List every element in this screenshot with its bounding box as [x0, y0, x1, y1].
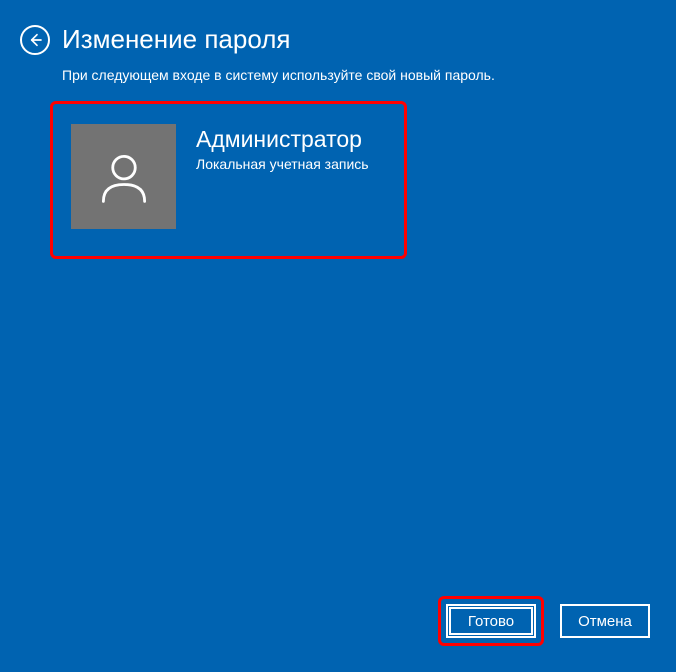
user-account-type: Локальная учетная запись [196, 156, 369, 172]
page-title: Изменение пароля [62, 24, 290, 55]
back-button[interactable] [20, 25, 50, 55]
user-icon [94, 147, 154, 207]
done-button[interactable]: Готово [446, 604, 536, 638]
user-name: Администратор [196, 126, 369, 154]
footer-buttons: Готово Отмена [438, 596, 650, 646]
avatar [71, 124, 176, 229]
user-card: Администратор Локальная учетная запись [50, 101, 407, 259]
arrow-left-icon [27, 32, 43, 48]
done-highlight: Готово [438, 596, 544, 646]
page-subtitle: При следующем входе в систему используйт… [0, 63, 676, 95]
cancel-button[interactable]: Отмена [560, 604, 650, 638]
user-info: Администратор Локальная учетная запись [176, 124, 369, 172]
